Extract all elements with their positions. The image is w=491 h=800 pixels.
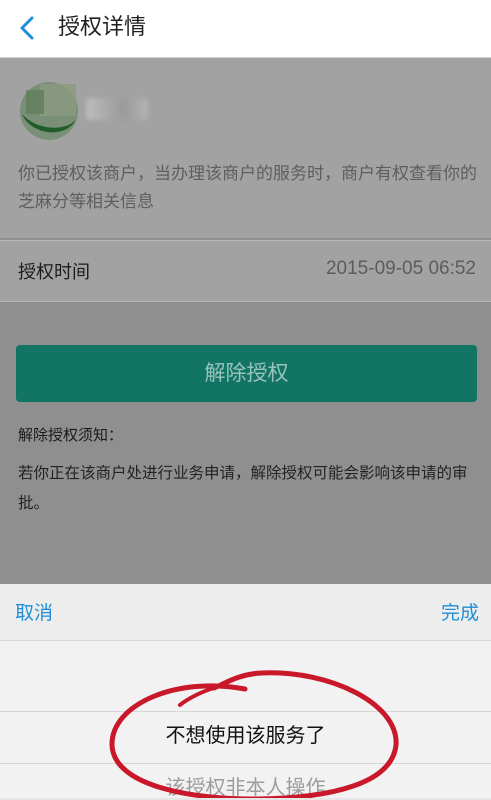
revoke-notice-title: 解除授权须知： <box>18 426 124 444</box>
back-button[interactable] <box>14 14 42 42</box>
auth-time-label: 授权时间 <box>18 262 90 283</box>
picker-selection-bottom-line <box>0 763 491 764</box>
reason-picker[interactable]: 不想使用该服务了 该授权非本人操作 <box>0 641 491 800</box>
nav-header: 授权详情 <box>0 0 491 58</box>
revoke-notice-body: 若你正在该商户处进行业务申请，解除授权可能会影响该申请的审批。 <box>18 464 468 512</box>
merchant-logo <box>18 80 80 142</box>
page-title: 授权详情 <box>58 15 147 40</box>
chevron-left-icon <box>20 16 34 40</box>
page-content: 你已授权该商户，当办理该商户的服务时，商户有权查看你的芝麻分等相关信息 授权时间… <box>0 58 491 584</box>
done-button[interactable]: 完成 <box>441 598 479 625</box>
merchant-info: 你已授权该商户，当办理该商户的服务时，商户有权查看你的芝麻分等相关信息 <box>0 58 491 238</box>
auth-time-row: 授权时间 2015-09-05 06:52 <box>0 240 491 302</box>
picker-toolbar: 取消 完成 <box>0 584 491 641</box>
authorization-description: 你已授权该商户，当办理该商户的服务时，商户有权查看你的芝麻分等相关信息 <box>18 164 477 212</box>
revoke-authorization-button[interactable]: 解除授权 <box>16 345 477 402</box>
auth-time-value: 2015-09-05 06:52 <box>325 258 476 279</box>
merchant-name-blurred <box>86 98 148 120</box>
picker-option[interactable]: 该授权非本人操作 <box>0 771 491 800</box>
cancel-button[interactable]: 取消 <box>15 598 53 625</box>
picker-option-selected[interactable]: 不想使用该服务了 <box>0 719 491 748</box>
picker-selection-top-line <box>0 711 491 712</box>
